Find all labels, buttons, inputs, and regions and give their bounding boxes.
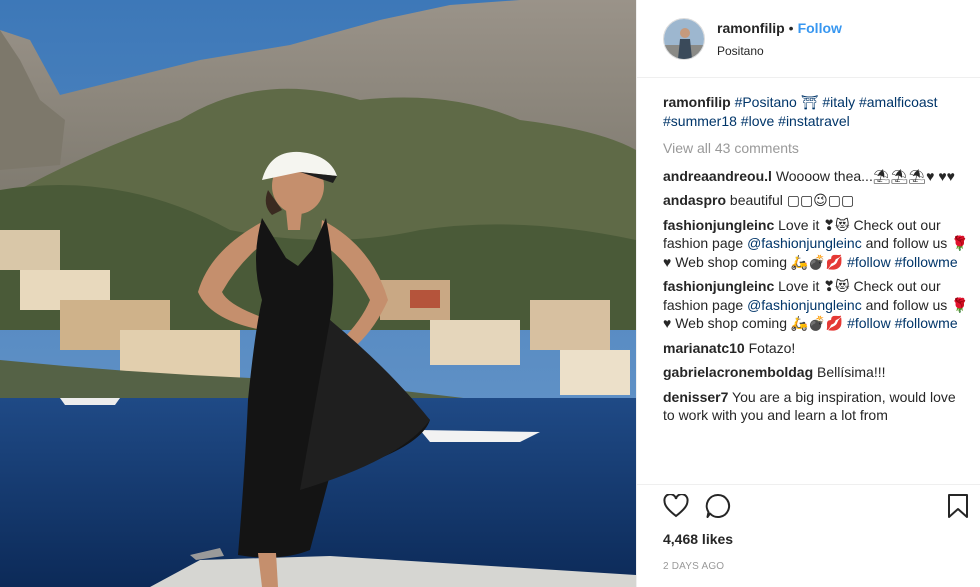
header-username[interactable]: ramonfilip <box>717 20 785 36</box>
comment-text: Bellísima!!! <box>817 364 886 380</box>
bookmark-icon[interactable] <box>943 491 973 521</box>
location-link[interactable]: Positano <box>717 44 842 58</box>
avatar[interactable] <box>663 17 705 60</box>
comment-text: Woooow thea...⛱⛱⛱♥ ♥♥ <box>775 167 955 184</box>
header-row: ramonfilip • Follow <box>717 20 842 36</box>
comment-icon[interactable] <box>703 491 733 521</box>
comment-hashtag[interactable]: #follow <box>847 315 891 331</box>
post-side-panel: ramonfilip • Follow Positano ramonfilip … <box>636 0 980 587</box>
comment-item: fashionjungleinc Love it ❣😻 Check out ou… <box>663 277 970 333</box>
comment-username[interactable]: marianatc10 <box>663 340 745 356</box>
comment-hashtag[interactable]: #followme <box>895 254 958 270</box>
comment-item: denisser7 You are a big inspiration, wou… <box>663 388 970 425</box>
post-photo[interactable] <box>0 0 636 587</box>
post-actions: 4,468 likes 2 DAYS AGO <box>637 484 980 587</box>
comment-item: gabrielacronemboldag Bellísima!!! <box>663 363 970 382</box>
comment-username[interactable]: fashionjungleinc <box>663 278 774 294</box>
heart-icon[interactable] <box>661 491 691 521</box>
comment-username[interactable]: andaspro <box>663 192 726 208</box>
comment-username[interactable]: gabrielacronemboldag <box>663 364 813 380</box>
header-text: ramonfilip • Follow Positano <box>717 20 842 58</box>
likes-count[interactable]: 4,468 likes <box>661 531 980 547</box>
comment-item: andreaandreou.l Woooow thea...⛱⛱⛱♥ ♥♥ <box>663 167 970 186</box>
comment-hashtag[interactable]: #follow <box>847 254 891 270</box>
caption-hashtags[interactable]: #Positano ⛩ #italy #amalficoast <box>735 94 938 110</box>
follow-button[interactable]: Follow <box>798 20 842 36</box>
comments-list[interactable]: ramonfilip #Positano ⛩ #italy #amalficoa… <box>637 86 980 482</box>
header-separator: • <box>788 19 794 36</box>
view-all-comments-link[interactable]: View all 43 comments <box>663 139 970 158</box>
comment-text: Fotazo! <box>748 339 796 356</box>
comment-item: marianatc10 Fotazo! <box>663 339 970 358</box>
comment-mention[interactable]: @fashionjungleinc <box>747 297 862 313</box>
caption-hashtags[interactable]: #summer18 #love #instatravel <box>663 113 850 129</box>
caption-username[interactable]: ramonfilip <box>663 94 731 110</box>
post-header: ramonfilip • Follow Positano <box>637 0 980 78</box>
comment-username[interactable]: andreaandreou.l <box>663 168 772 184</box>
comment-item: fashionjungleinc Love it ❣😻 Check out ou… <box>663 216 970 272</box>
comment-username[interactable]: fashionjungleinc <box>663 217 774 233</box>
comment-mention[interactable]: @fashionjungleinc <box>747 235 862 251</box>
photo-scene <box>0 0 636 587</box>
comment-item: andaspro beautiful ▢▢😉▢▢ <box>663 191 970 210</box>
post-date[interactable]: 2 DAYS AGO <box>661 561 980 572</box>
action-icons <box>661 485 980 529</box>
comment-text: beautiful ▢▢😉▢▢ <box>729 192 855 208</box>
caption: ramonfilip #Positano ⛩ #italy #amalficoa… <box>663 93 970 130</box>
comment-hashtag[interactable]: #followme <box>895 315 958 331</box>
avatar-image <box>664 18 704 59</box>
comment-username[interactable]: denisser7 <box>663 389 728 405</box>
